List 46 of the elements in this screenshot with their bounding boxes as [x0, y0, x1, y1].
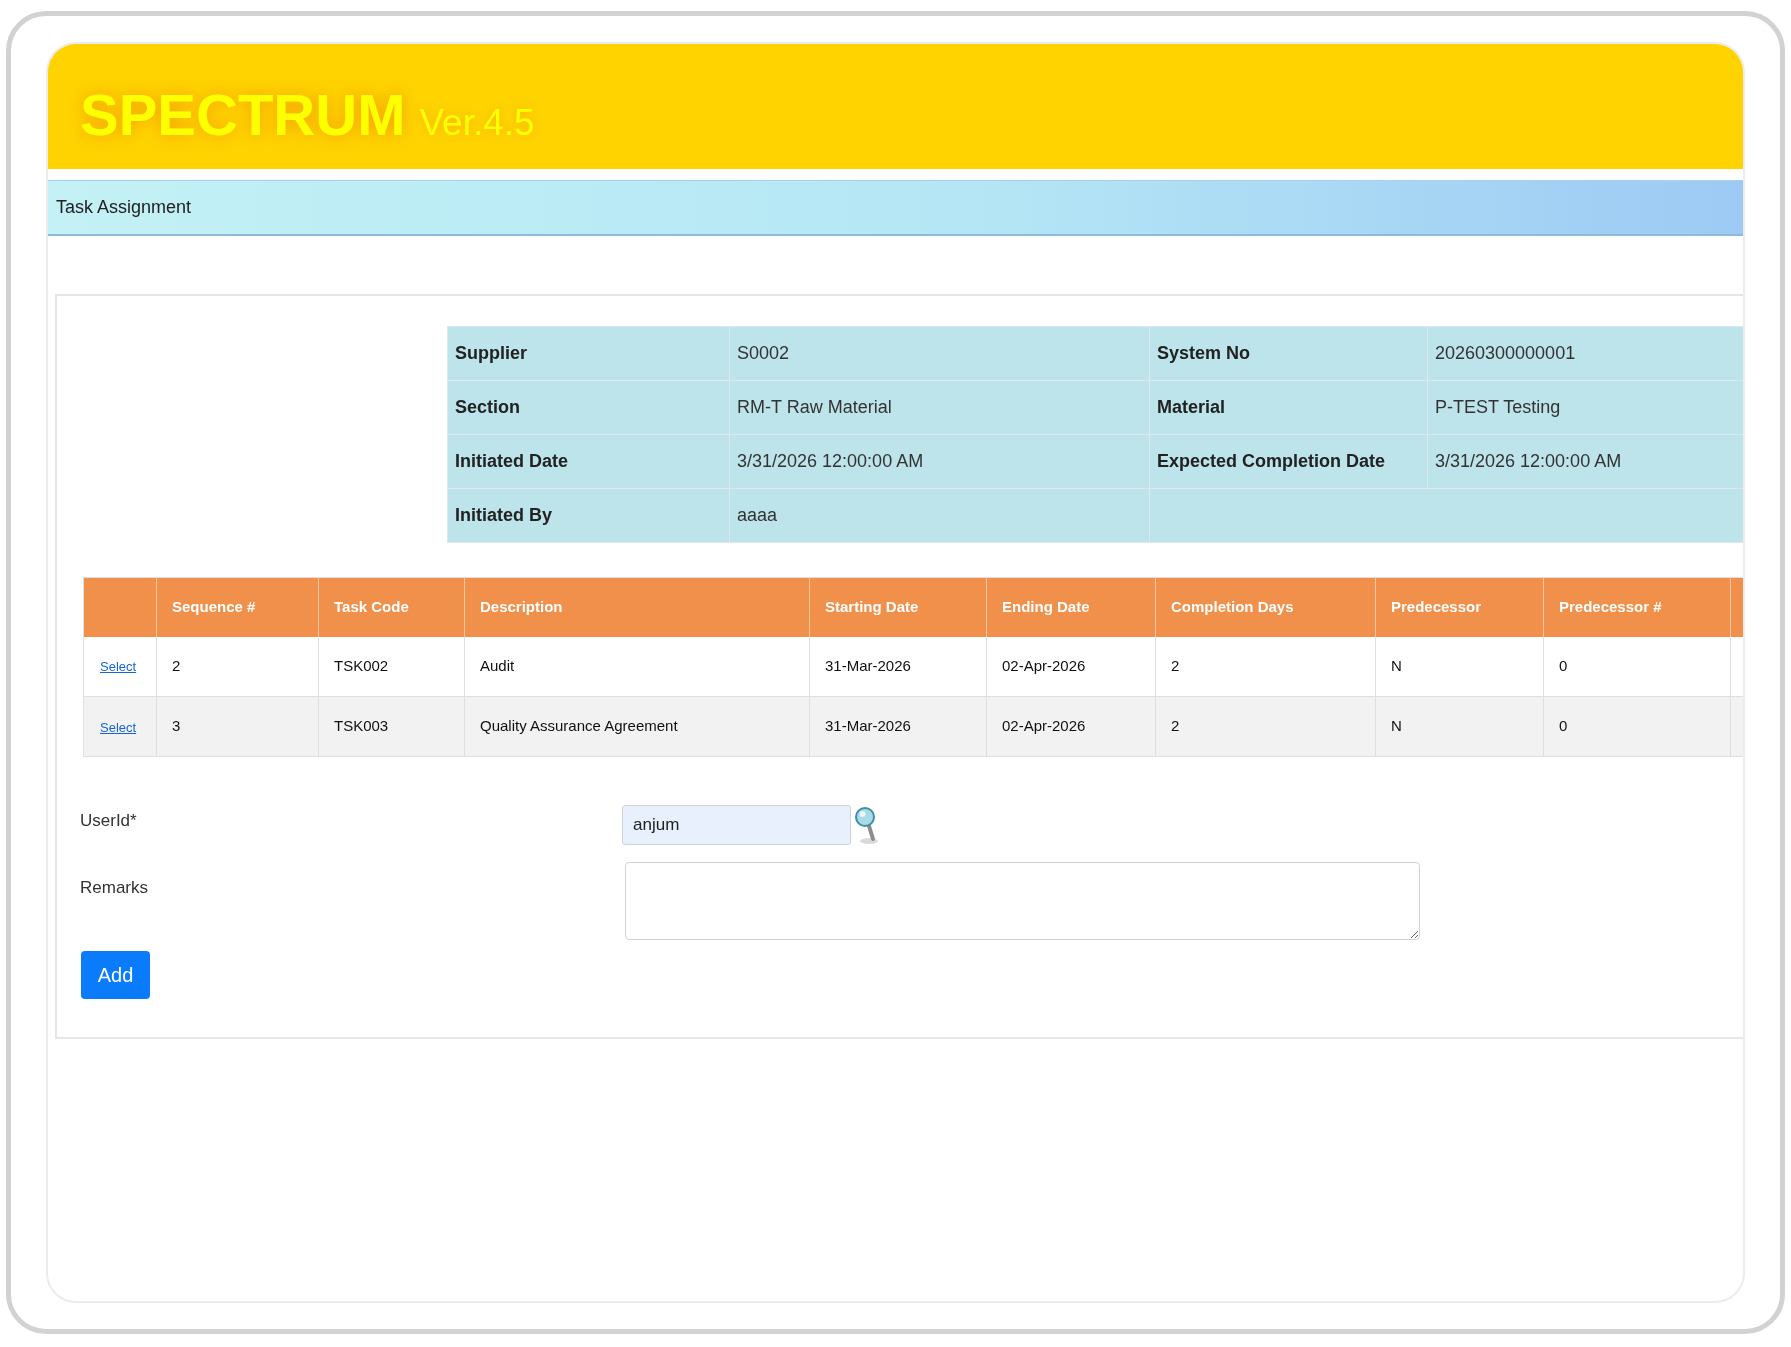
- table-cell: 31-Mar-2026: [809, 696, 987, 757]
- add-button[interactable]: Add: [81, 951, 150, 999]
- table-cell: 3: [156, 696, 319, 757]
- field-label: Expected Completion Date: [1149, 434, 1428, 489]
- table-cell: 02-Apr-2026: [986, 696, 1156, 757]
- field-value: 3/31/2026 12:00:00 AM: [1427, 434, 1743, 489]
- table-cell: TSK002: [318, 636, 465, 697]
- field-label: Initiated Date: [447, 434, 730, 489]
- table-cell: 2: [1155, 696, 1376, 757]
- table-cell: TSK003: [318, 696, 465, 757]
- table-cell: 02-Apr-2026: [986, 636, 1156, 697]
- table-cell: Quality Assurance Agreement: [464, 696, 810, 757]
- table-cell: 0: [1543, 636, 1731, 697]
- field-value: RM-T Raw Material: [729, 380, 1150, 435]
- table-cell: N: [1375, 696, 1544, 757]
- field-value: aaaa: [729, 488, 1150, 543]
- field-value: P-TEST Testing: [1427, 380, 1743, 435]
- table-cell: 0: [1543, 696, 1731, 757]
- field-label: Section: [447, 380, 730, 435]
- field-label: Supplier: [447, 326, 730, 381]
- column-header: Task Code: [318, 577, 465, 637]
- search-icon[interactable]: [854, 805, 880, 845]
- field-value: S0002: [729, 326, 1150, 381]
- table-cell: 2: [1155, 636, 1376, 697]
- column-header: Starting Date: [809, 577, 987, 637]
- column-header: Predecessor #: [1543, 577, 1731, 637]
- field-value: 3/31/2026 12:00:00 AM: [729, 434, 1150, 489]
- table-cell: 2: [156, 636, 319, 697]
- table-cell: Audit: [464, 636, 810, 697]
- column-header: Completion Days: [1155, 577, 1376, 637]
- field-value: 20260300000001: [1427, 326, 1743, 381]
- text-input[interactable]: anjum: [622, 805, 851, 845]
- field-label: Initiated By: [447, 488, 730, 543]
- page-title: Task Assignment: [56, 196, 192, 219]
- field-label: UserId*: [80, 811, 137, 830]
- column-header: Sequence #: [156, 577, 319, 637]
- column-header: Ending Date: [986, 577, 1156, 637]
- field-label: System No: [1149, 326, 1428, 381]
- column-header: Predecessor: [1375, 577, 1544, 637]
- field-label: Remarks: [80, 878, 148, 897]
- table-cell: N: [1375, 636, 1544, 697]
- column-header: Description: [464, 577, 810, 637]
- field-label: Material: [1149, 380, 1428, 435]
- table-cell: 31-Mar-2026: [809, 636, 987, 697]
- select-link[interactable]: Select: [100, 719, 137, 735]
- select-link[interactable]: Select: [100, 659, 137, 675]
